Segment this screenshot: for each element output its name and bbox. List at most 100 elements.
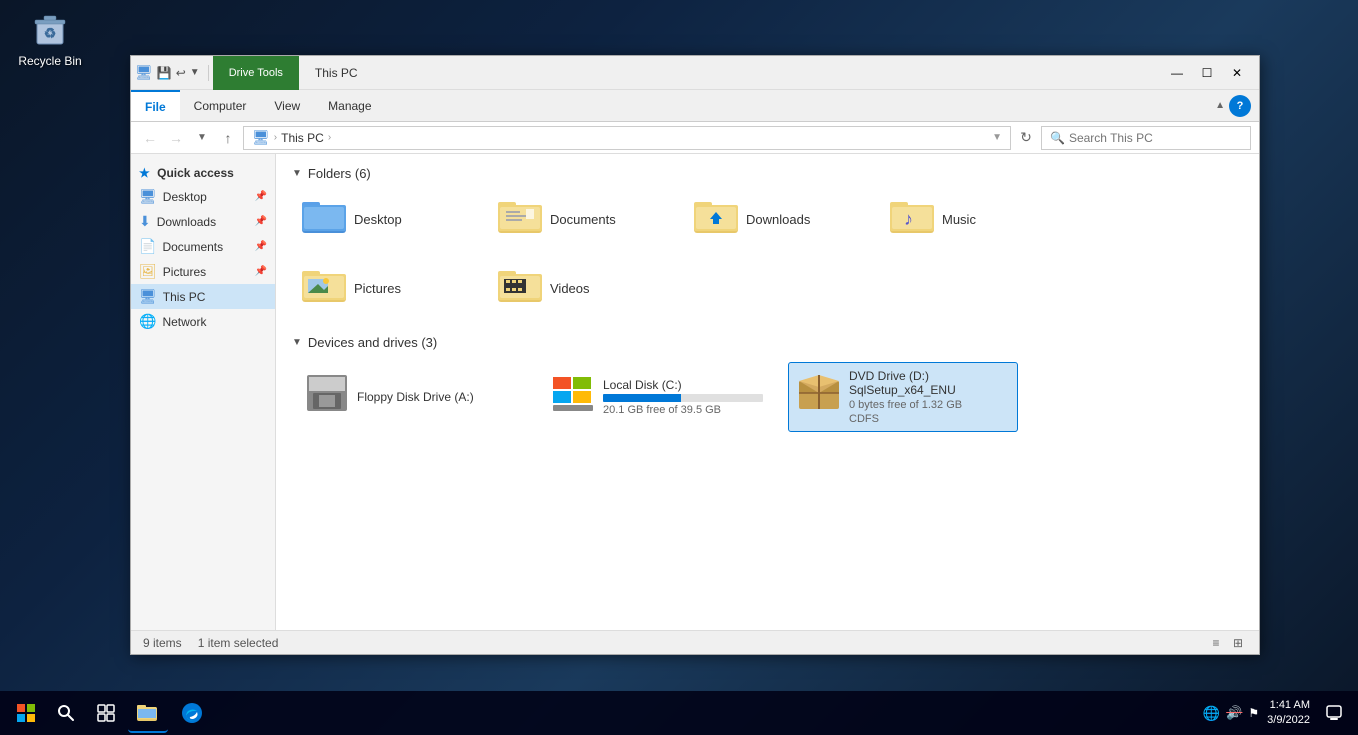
tab-file[interactable]: File (131, 90, 180, 121)
taskbar-task-view[interactable] (88, 695, 124, 731)
network-tray-icon[interactable]: 🌐 (1203, 705, 1220, 722)
taskbar: 🌐 🔊 ⚑ 1:41 AM 3/9/2022 (0, 691, 1358, 735)
tab-computer[interactable]: Computer (180, 90, 261, 121)
folder-documents[interactable]: Documents (492, 193, 672, 246)
taskbar-explorer-button[interactable] (128, 693, 168, 733)
path-arrow-1: › (274, 132, 277, 143)
recent-locations-button[interactable]: ▼ (191, 127, 213, 149)
search-icon: 🔍 (1050, 131, 1065, 145)
address-monitor-icon: 🖥 (252, 129, 270, 146)
pictures-folder-icon: 🖼 (139, 263, 157, 280)
start-button[interactable] (8, 695, 44, 731)
back-button[interactable]: ← (139, 127, 161, 149)
path-arrow-2: › (328, 132, 331, 143)
action-center-button[interactable] (1318, 697, 1350, 729)
sidebar: ★ Quick access 🖥 Desktop 📌 ⬇ Downloads 📌… (131, 154, 276, 630)
drive-dvd[interactable]: DVD Drive (D:) SqlSetup_x64_ENU 0 bytes … (788, 362, 1018, 432)
this-pc-icon: 🖥 (139, 288, 157, 305)
address-path[interactable]: 🖥 › This PC › ▼ (243, 126, 1011, 150)
recycle-bin-icon: ♻ (29, 8, 71, 50)
drives-grid: Floppy Disk Drive (A:) (292, 362, 1243, 432)
close-button[interactable]: ✕ (1223, 63, 1251, 83)
tab-view[interactable]: View (260, 90, 314, 121)
downloads-folder-icon: ⬇ (139, 213, 151, 230)
folder-music[interactable]: ♪ Music (884, 193, 1064, 246)
folder-downloads-icon (694, 197, 738, 242)
minimize-button[interactable]: — (1163, 63, 1191, 83)
items-count: 9 items (143, 636, 182, 650)
folder-music-icon: ♪ (890, 197, 934, 242)
title-bar-left: 🖥 💾 ↩ ▼ Drive Tools This PC (135, 56, 358, 90)
local-disk-bar-container (603, 394, 763, 402)
folder-downloads[interactable]: Downloads (688, 193, 868, 246)
folders-section-header[interactable]: ▼ Folders (6) (292, 166, 1243, 181)
refresh-button[interactable]: ↻ (1015, 127, 1037, 149)
svg-text:♻: ♻ (44, 25, 57, 41)
tab-manage[interactable]: Manage (314, 90, 385, 121)
view-grid-button[interactable]: ⊞ (1229, 634, 1247, 652)
titlebar-dropdown-icon[interactable]: ▼ (190, 67, 200, 78)
network-icon: 🌐 (139, 313, 156, 330)
forward-button[interactable]: → (165, 127, 187, 149)
explorer-window: 🖥 💾 ↩ ▼ Drive Tools This PC — ☐ ✕ File C… (130, 55, 1260, 655)
search-input[interactable] (1069, 131, 1242, 145)
folder-desktop[interactable]: Desktop (296, 193, 476, 246)
sidebar-quick-access[interactable]: ★ Quick access (131, 162, 275, 184)
floppy-drive-info: Floppy Disk Drive (A:) (357, 390, 517, 404)
main-area: ★ Quick access 🖥 Desktop 📌 ⬇ Downloads 📌… (131, 154, 1259, 630)
maximize-button[interactable]: ☐ (1193, 63, 1221, 83)
taskbar-clock[interactable]: 1:41 AM 3/9/2022 (1267, 698, 1310, 729)
recycle-bin-label: Recycle Bin (18, 54, 81, 68)
recycle-bin-desktop-icon[interactable]: ♻ Recycle Bin (10, 8, 90, 68)
pin-icon-documents: 📌 (255, 241, 267, 252)
svg-text:♪: ♪ (904, 209, 913, 229)
drive-floppy[interactable]: Floppy Disk Drive (A:) (296, 362, 526, 432)
folder-desktop-icon (302, 197, 346, 242)
status-bar: 9 items 1 item selected ≡ ⊞ (131, 630, 1259, 654)
search-box[interactable]: 🔍 (1041, 126, 1251, 150)
sidebar-item-documents[interactable]: 📄 Documents 📌 (131, 234, 275, 259)
up-button[interactable]: ↑ (217, 127, 239, 149)
notification-tray-icon[interactable]: ⚑ (1248, 706, 1259, 720)
folder-pictures[interactable]: Pictures (296, 262, 476, 315)
pin-icon-desktop: 📌 (255, 191, 267, 202)
clock-time: 1:41 AM (1267, 698, 1310, 713)
drive-tools-tab[interactable]: Drive Tools (213, 56, 299, 90)
pin-icon-pictures: 📌 (255, 266, 267, 277)
sidebar-item-this-pc[interactable]: 🖥 This PC (131, 284, 275, 309)
devices-section-header[interactable]: ▼ Devices and drives (3) (292, 335, 1243, 350)
local-disk-icon (551, 373, 595, 422)
ribbon-collapse-icon[interactable]: ▲ (1215, 100, 1225, 111)
sidebar-item-downloads[interactable]: ⬇ Downloads 📌 (131, 209, 275, 234)
taskbar-system-icons: 🌐 🔊 ⚑ (1203, 705, 1259, 722)
sidebar-item-desktop[interactable]: 🖥 Desktop 📌 (131, 184, 275, 209)
drive-local-disk[interactable]: Local Disk (C:) 20.1 GB free of 39.5 GB (542, 362, 772, 432)
help-button[interactable]: ? (1229, 95, 1251, 117)
titlebar-divider (208, 65, 209, 81)
clock-date: 3/9/2022 (1267, 713, 1310, 728)
volume-tray-icon[interactable]: 🔊 (1226, 705, 1242, 721)
dvd-drive-info: DVD Drive (D:) SqlSetup_x64_ENU 0 bytes … (849, 369, 1009, 425)
documents-folder-icon: 📄 (139, 238, 156, 255)
ribbon: File Computer View Manage ▲ ? (131, 90, 1259, 122)
title-controls: — ☐ ✕ (1163, 63, 1251, 83)
titlebar-monitor-icon: 🖥 (135, 64, 153, 81)
folders-chevron: ▼ (292, 168, 302, 179)
view-list-button[interactable]: ≡ (1207, 634, 1225, 652)
sidebar-item-network[interactable]: 🌐 Network (131, 309, 275, 334)
devices-chevron: ▼ (292, 337, 302, 348)
window-title: This PC (315, 66, 358, 80)
local-disk-info: Local Disk (C:) 20.1 GB free of 39.5 GB (603, 378, 763, 416)
taskbar-search-button[interactable] (48, 695, 84, 731)
address-bar: ← → ▼ ↑ 🖥 › This PC › ▼ ↻ 🔍 (131, 122, 1259, 154)
status-view-controls: ≡ ⊞ (1207, 634, 1247, 652)
address-dropdown-icon[interactable]: ▼ (992, 132, 1002, 143)
path-this-pc: This PC (281, 131, 324, 145)
folder-documents-icon (498, 197, 542, 242)
folder-videos-icon (498, 266, 542, 311)
taskbar-edge-button[interactable] (172, 693, 212, 733)
folder-videos[interactable]: Videos (492, 262, 672, 315)
local-disk-bar-fill (603, 394, 681, 402)
floppy-drive-icon (305, 373, 349, 422)
sidebar-item-pictures[interactable]: 🖼 Pictures 📌 (131, 259, 275, 284)
